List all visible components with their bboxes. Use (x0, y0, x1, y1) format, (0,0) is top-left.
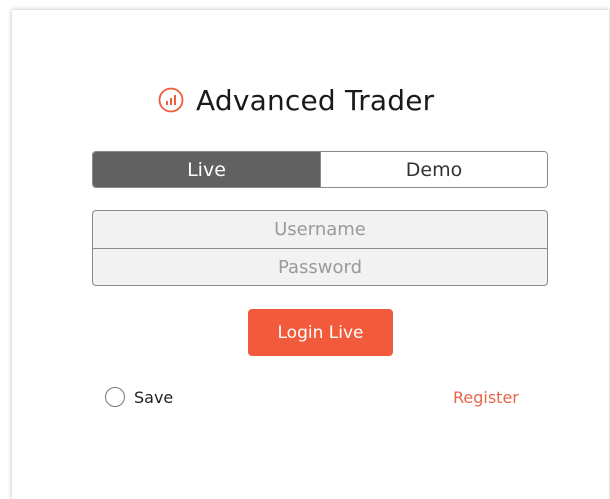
mode-toggle: Live Demo (92, 151, 548, 188)
register-link[interactable]: Register (453, 385, 519, 409)
brand-header: Advanced Trader (158, 81, 434, 119)
app-title: Advanced Trader (196, 83, 435, 117)
username-input[interactable] (93, 211, 547, 248)
credentials-group (92, 210, 548, 286)
tab-live[interactable]: Live (93, 152, 320, 187)
password-input[interactable] (93, 249, 547, 285)
bar-chart-circle-icon (158, 87, 184, 113)
tab-demo[interactable]: Demo (320, 152, 547, 187)
login-panel: Advanced Trader Live Demo Login Live Sav… (12, 10, 609, 499)
save-label: Save (134, 387, 174, 407)
login-button[interactable]: Login Live (248, 309, 393, 356)
save-radio[interactable] (105, 387, 125, 407)
save-option[interactable]: Save (105, 385, 173, 409)
